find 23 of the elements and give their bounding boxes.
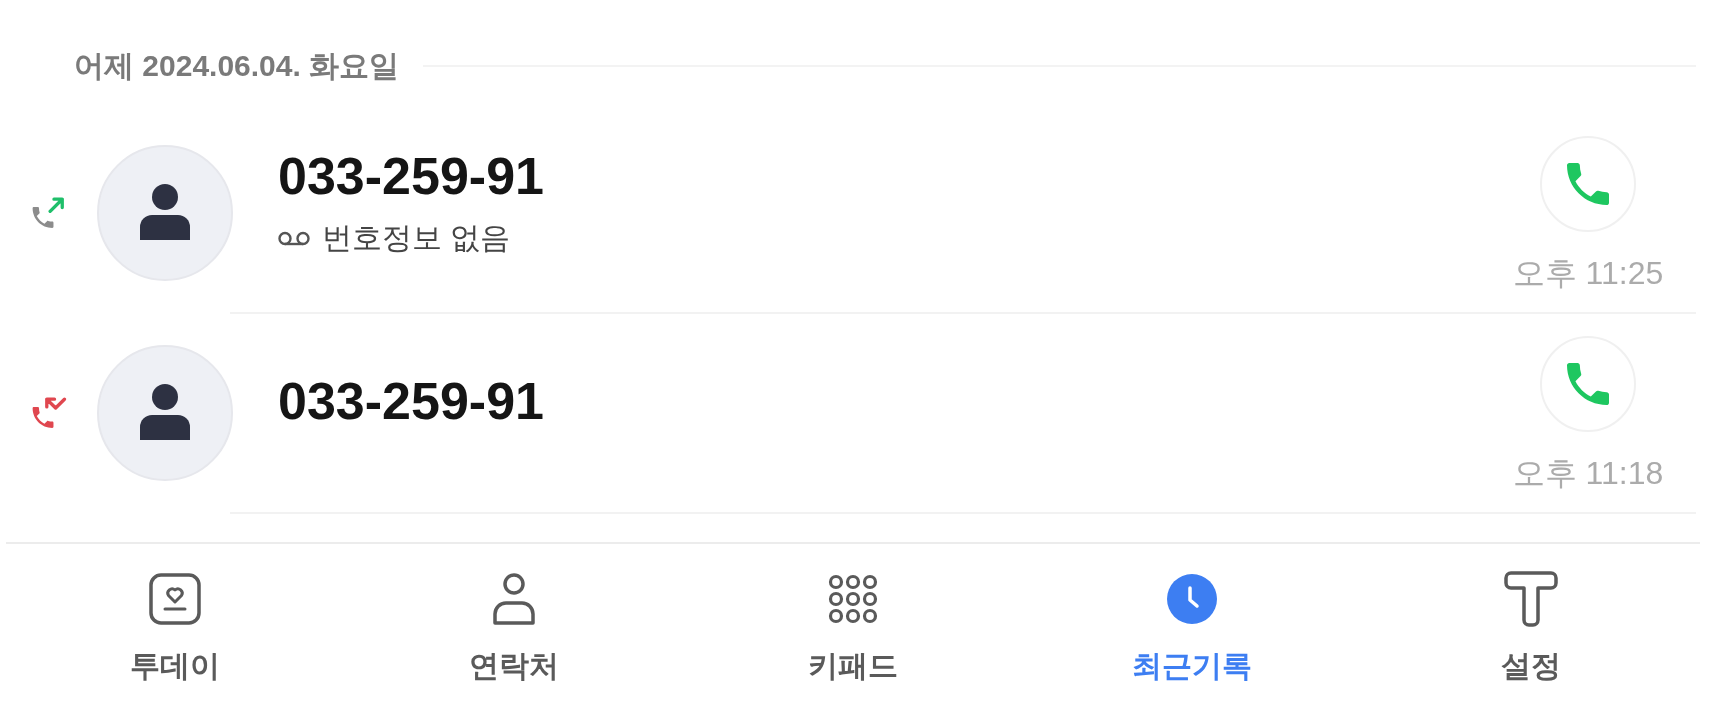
person-icon bbox=[492, 572, 537, 626]
outgoing-call-icon bbox=[31, 197, 67, 229]
phone-number: 033-259-91 bbox=[278, 146, 544, 206]
caller-info-text: 번호정보 없음 bbox=[322, 220, 511, 256]
tab-button[interactable]: 설정 bbox=[1500, 571, 1561, 684]
tab-button[interactable]: 연락처 bbox=[469, 571, 560, 684]
person-avatar-icon bbox=[97, 145, 233, 281]
call-time: 오후 11:18 bbox=[1512, 454, 1664, 491]
phone-icon bbox=[1567, 362, 1609, 405]
voicemail-icon bbox=[278, 230, 310, 246]
phone-number: 033-259-91 bbox=[278, 371, 544, 431]
tab-button[interactable]: 투데이 bbox=[130, 571, 221, 684]
clock-icon bbox=[1165, 573, 1218, 625]
letter-t-icon bbox=[1503, 571, 1558, 627]
tab-button[interactable]: 최근기록 bbox=[1131, 571, 1252, 684]
phone-icon bbox=[1567, 162, 1609, 205]
date-heading: 어제 2024.06.04. 화요일 bbox=[74, 48, 400, 84]
keypad-icon bbox=[828, 574, 878, 624]
call-time: 오후 11:25 bbox=[1512, 254, 1664, 291]
person-avatar-icon bbox=[97, 345, 233, 481]
tab-button[interactable]: 키패드 bbox=[808, 571, 898, 684]
heart-card-icon bbox=[148, 572, 203, 626]
missed-call-icon bbox=[31, 397, 67, 429]
